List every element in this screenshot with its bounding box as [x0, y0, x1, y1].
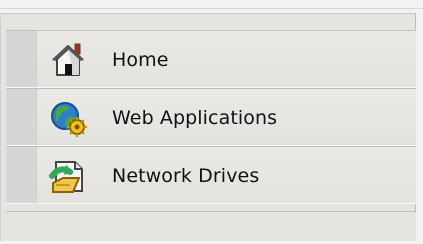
empty-navigation-row [6, 211, 416, 241]
sidebar-navigation-screen: Home Web Applications Network Drives [0, 0, 423, 244]
nav-item-left-stripe [6, 89, 37, 145]
top-divider [0, 8, 423, 9]
nav-item-label: Web Applications [112, 107, 278, 129]
nav-item-web-applications[interactable]: Web Applications [6, 88, 416, 146]
nav-item-home[interactable]: Home [6, 30, 416, 88]
nav-item-left-stripe [6, 31, 37, 87]
web-applications-icon [48, 98, 88, 138]
nav-item-left-stripe [6, 147, 37, 203]
nav-item-label: Home [112, 49, 169, 71]
nav-item-label: Network Drives [112, 165, 260, 187]
navigation-list: Home Web Applications Network Drives [6, 30, 416, 204]
nav-item-network-drives[interactable]: Network Drives [6, 146, 416, 204]
network-drives-icon [48, 156, 88, 196]
home-icon [48, 40, 88, 80]
